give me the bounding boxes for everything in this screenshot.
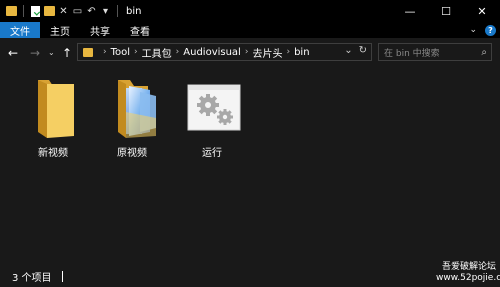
toolbar-divider xyxy=(23,5,24,17)
rename-icon[interactable]: ▭ xyxy=(72,5,83,17)
chevron-right-icon: › xyxy=(134,47,138,57)
expand-ribbon-icon[interactable]: ⌄ xyxy=(469,25,477,35)
new-folder-icon[interactable] xyxy=(44,5,55,17)
chevron-right-icon: › xyxy=(244,47,249,57)
breadcrumb-audiovisual[interactable]: Audiovisual xyxy=(183,47,241,58)
folder-with-images-icon xyxy=(118,80,156,138)
item-label: 运行 xyxy=(202,148,222,159)
breadcrumb: › Tool › 工具包 › Audiovisual › 去片头 › bin xyxy=(99,45,310,60)
search-box[interactable]: 在 bin 中搜索 ⌕ xyxy=(378,43,492,61)
list-item-new-video[interactable]: 新视频 xyxy=(13,78,93,159)
address-bar[interactable]: › Tool › 工具包 › Audiovisual › 去片头 › bin ⌄… xyxy=(77,43,372,61)
forward-icon[interactable]: → xyxy=(30,46,40,60)
address-dropdown-icon[interactable]: ⌄ xyxy=(344,45,352,56)
undo-icon[interactable]: ↶ xyxy=(86,5,97,17)
search-input[interactable]: 在 bin 中搜索 xyxy=(384,46,481,59)
list-item-original-video[interactable]: 原视频 xyxy=(92,78,172,159)
text-cursor xyxy=(61,271,63,282)
title-bar: ✕ ▭ ↶ ▾ bin — ☐ ✕ xyxy=(0,0,500,22)
settings-file-icon xyxy=(187,84,241,131)
window-title: bin xyxy=(126,5,142,17)
folder-app-icon[interactable] xyxy=(6,5,17,17)
delete-icon[interactable]: ✕ xyxy=(58,5,69,17)
folder-icon xyxy=(38,80,74,138)
ribbon-tabs: 文件 主页 共享 查看 ⌄ ? xyxy=(0,22,500,38)
status-bar: 3 个项目 xyxy=(0,266,500,287)
customize-toolbar-icon[interactable]: ▾ xyxy=(100,5,111,17)
item-count: 3 个项目 xyxy=(12,273,52,284)
search-icon[interactable]: ⌕ xyxy=(481,47,487,58)
chevron-right-icon: › xyxy=(286,47,291,57)
maximize-button[interactable]: ☐ xyxy=(428,0,464,22)
item-label: 新视频 xyxy=(38,148,68,159)
help-icon[interactable]: ? xyxy=(485,24,496,36)
tab-share[interactable]: 共享 xyxy=(80,22,120,38)
list-item-run[interactable]: 运行 xyxy=(172,78,252,159)
up-icon[interactable]: ↑ xyxy=(62,46,72,60)
address-controls: ⌄ ↻ xyxy=(344,45,367,56)
watermark-line-1: 吾爱破解论坛 xyxy=(441,262,496,272)
recent-locations-icon[interactable]: ⌄ xyxy=(48,48,55,57)
properties-icon[interactable] xyxy=(30,5,41,17)
tab-home[interactable]: 主页 xyxy=(40,22,80,38)
breadcrumb-tool[interactable]: Tool xyxy=(111,47,130,58)
breadcrumb-bin[interactable]: bin xyxy=(294,47,309,58)
watermark: 吾爱破解论坛 www.52pojie.cn xyxy=(436,262,500,287)
tab-file[interactable]: 文件 xyxy=(0,22,40,38)
tab-view[interactable]: 查看 xyxy=(120,22,160,38)
minimize-button[interactable]: — xyxy=(392,0,428,22)
watermark-line-2: www.52pojie.cn xyxy=(436,273,500,283)
address-folder-icon xyxy=(83,47,93,57)
breadcrumb-toolkit[interactable]: 工具包 xyxy=(142,45,172,60)
item-label: 原视频 xyxy=(117,148,147,159)
toolbar-divider xyxy=(117,5,118,17)
window-controls: — ☐ ✕ xyxy=(392,0,500,22)
chevron-right-icon: › xyxy=(175,47,180,57)
refresh-icon[interactable]: ↻ xyxy=(359,45,367,56)
chevron-right-icon: › xyxy=(103,47,107,57)
close-button[interactable]: ✕ xyxy=(464,0,500,22)
quick-access-toolbar: ✕ ▭ ↶ ▾ bin xyxy=(0,0,141,22)
file-list: 新视频 原视频 运行 xyxy=(0,66,500,266)
breadcrumb-remove-intro[interactable]: 去片头 xyxy=(252,45,282,60)
ribbon-right: ⌄ ? xyxy=(469,22,496,38)
back-icon[interactable]: ← xyxy=(8,46,18,60)
